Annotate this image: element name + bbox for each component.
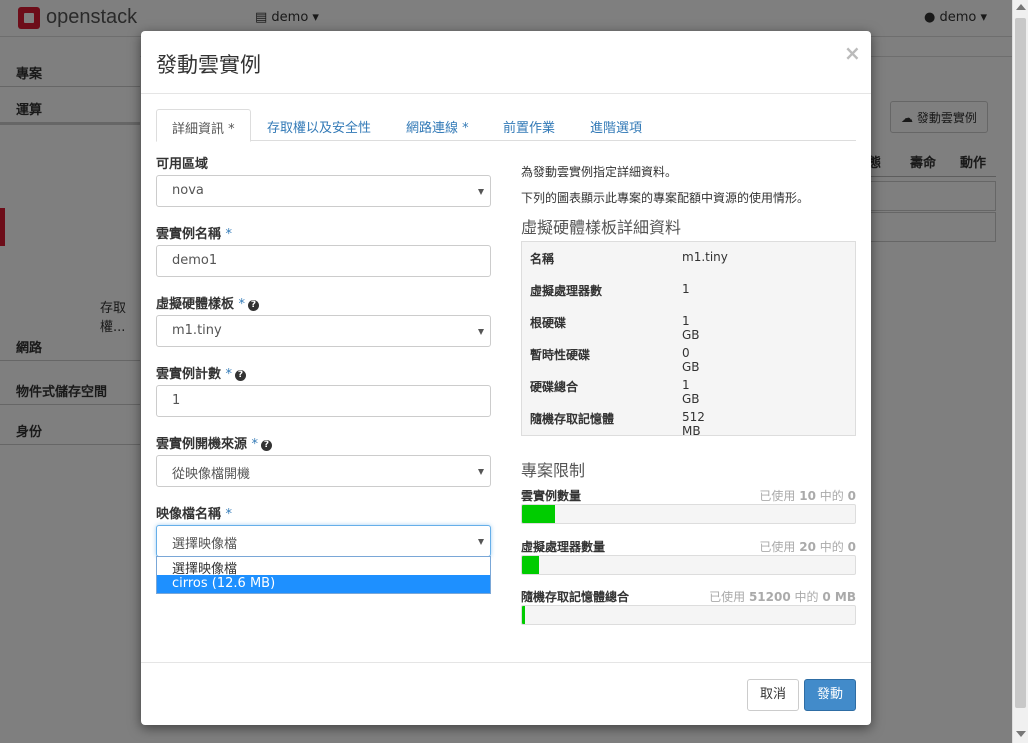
image-name-select[interactable]: 選擇映像檔 <box>156 525 491 557</box>
quota-progress-fill <box>522 505 556 523</box>
scroll-up-icon[interactable] <box>1016 4 1026 10</box>
instance-name-input[interactable]: demo1 <box>156 245 491 277</box>
flavor-select[interactable]: m1.tiny <box>156 315 491 347</box>
quota-usage: 已使用 20 中的 0 <box>759 540 856 554</box>
quota-label: 雲實例數量 <box>521 489 582 503</box>
page-scrollbar[interactable] <box>1012 0 1028 743</box>
quota-progress-bar <box>521 605 856 625</box>
quota-usage: 已使用 51200 中的 0 MB <box>709 590 856 604</box>
image-name-label: 映像檔名稱 * <box>156 507 233 522</box>
tab-access-security[interactable]: 存取權以及安全性 <box>252 109 386 141</box>
help-icon[interactable]: ? <box>248 300 260 311</box>
availability-zone-select[interactable]: nova <box>156 175 491 207</box>
launch-instance-modal: 發動雲實例 × 詳細資訊 * 存取權以及安全性 網路連線 * 前置作業 進階選項… <box>141 31 871 725</box>
image-name-dropdown: 選擇映像檔 cirros (12.6 MB) <box>156 556 491 594</box>
help-text-quota: 下列的圖表顯示此專案的專案配額中資源的使用情形。 <box>521 191 810 205</box>
availability-zone-label: 可用區域 <box>156 157 209 172</box>
cancel-button[interactable]: 取消 <box>747 679 799 711</box>
tab-advanced-options[interactable]: 進階選項 <box>575 109 657 141</box>
modal-header: 發動雲實例 × <box>141 31 871 94</box>
tab-details[interactable]: 詳細資訊 * <box>156 109 251 142</box>
flavor-details-table: 名稱 m1.tiny 虛擬處理器數 1 根硬碟 1 GB 暫時性硬碟 0 GB 硬碟總合… <box>521 241 856 438</box>
quota-progress-fill <box>522 556 539 574</box>
scrollbar-thumb[interactable] <box>1015 18 1026 708</box>
dropdown-option[interactable]: 選擇映像檔 <box>157 557 490 577</box>
boot-source-label: 雲實例開機來源 *? <box>156 433 273 452</box>
flavor-label: 虛擬硬體樣板 *? <box>156 293 260 312</box>
project-limits-title: 專案限制 <box>521 461 586 480</box>
quota-progress-fill <box>522 606 526 624</box>
scroll-down-icon[interactable] <box>1016 731 1026 737</box>
help-icon[interactable]: ? <box>235 370 247 381</box>
flavor-details-title: 虛擬硬體樣板詳細資料 <box>521 218 682 237</box>
quota-label: 虛擬處理器數量 <box>521 540 606 554</box>
instance-count-input[interactable]: 1 <box>156 385 491 417</box>
modal-footer: 取消 發動 <box>141 662 871 725</box>
help-text-details: 為發動雲實例指定詳細資料。 <box>521 165 678 179</box>
quota-progress-bar <box>521 555 856 575</box>
quota-progress-bar <box>521 504 856 524</box>
launch-button[interactable]: 發動 <box>804 679 856 711</box>
tab-post-creation[interactable]: 前置作業 <box>488 109 570 141</box>
dropdown-option-selected[interactable]: cirros (12.6 MB) <box>157 575 490 593</box>
tab-networking[interactable]: 網路連線 * <box>391 109 484 141</box>
quota-usage: 已使用 10 中的 0 <box>759 489 856 503</box>
modal-tabs: 詳細資訊 * 存取權以及安全性 網路連線 * 前置作業 進階選項 <box>156 109 856 142</box>
boot-source-select[interactable]: 從映像檔開機 <box>156 455 491 487</box>
help-icon[interactable]: ? <box>261 440 273 451</box>
instance-name-label: 雲實例名稱 * <box>156 227 233 242</box>
quota-label: 隨機存取記憶體總合 <box>521 590 630 604</box>
modal-title: 發動雲實例 <box>156 53 261 77</box>
instance-count-label: 雲實例計數 *? <box>156 363 247 382</box>
close-icon[interactable]: × <box>844 41 861 65</box>
